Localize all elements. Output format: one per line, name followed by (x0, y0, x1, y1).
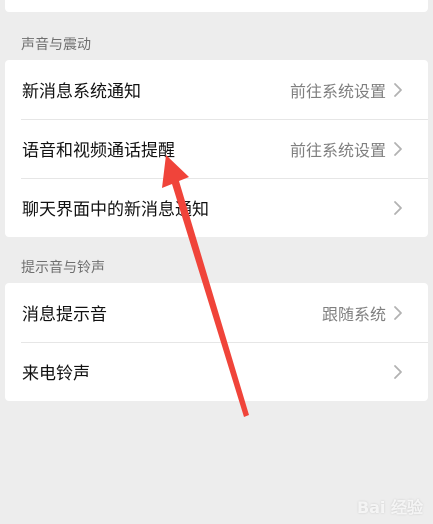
setting-row-chat-new-message-notification[interactable]: 聊天界面中的新消息通知 (5, 178, 428, 237)
chevron-right-icon (394, 141, 402, 156)
setting-label-voice-video-call-reminder: 语音和视频通话提醒 (22, 141, 175, 161)
setting-value-new-message-system-notification: 前往系统设置 (289, 81, 386, 101)
settings-group-tones-ringtones: 消息提示音 跟随系统 来电铃声 (5, 283, 428, 401)
setting-value-message-tone: 跟随系统 (321, 304, 386, 324)
setting-label-chat-new-message-notification: 聊天界面中的新消息通知 (22, 200, 209, 220)
setting-row-new-message-system-notification[interactable]: 新消息系统通知 前往系统设置 (5, 60, 428, 119)
setting-row-voice-video-call-reminder[interactable]: 语音和视频通话提醒 前往系统设置 (5, 119, 428, 178)
setting-row-incoming-call-ringtone[interactable]: 来电铃声 (5, 342, 428, 401)
baidu-watermark: Bai 经验 (356, 498, 423, 517)
top-card-remnant (5, 0, 428, 12)
chevron-right-icon (394, 364, 402, 379)
settings-page: 声音与震动 新消息系统通知 前往系统设置 语音和视频通话提醒 前往系统设置 聊天… (5, 0, 428, 524)
chevron-right-icon (394, 82, 402, 97)
section-header-tones-ringtones: 提示音与铃声 (21, 260, 105, 276)
section-header-sound-vibration: 声音与震动 (21, 37, 91, 53)
setting-label-new-message-system-notification: 新消息系统通知 (22, 82, 141, 102)
setting-label-message-tone: 消息提示音 (22, 305, 107, 325)
setting-value-voice-video-call-reminder: 前往系统设置 (289, 140, 386, 160)
settings-group-sound-vibration: 新消息系统通知 前往系统设置 语音和视频通话提醒 前往系统设置 聊天界面中的新消… (5, 60, 428, 237)
setting-label-incoming-call-ringtone: 来电铃声 (22, 364, 90, 384)
setting-row-message-tone[interactable]: 消息提示音 跟随系统 (5, 283, 428, 342)
chevron-right-icon (394, 200, 402, 215)
chevron-right-icon (394, 305, 402, 320)
